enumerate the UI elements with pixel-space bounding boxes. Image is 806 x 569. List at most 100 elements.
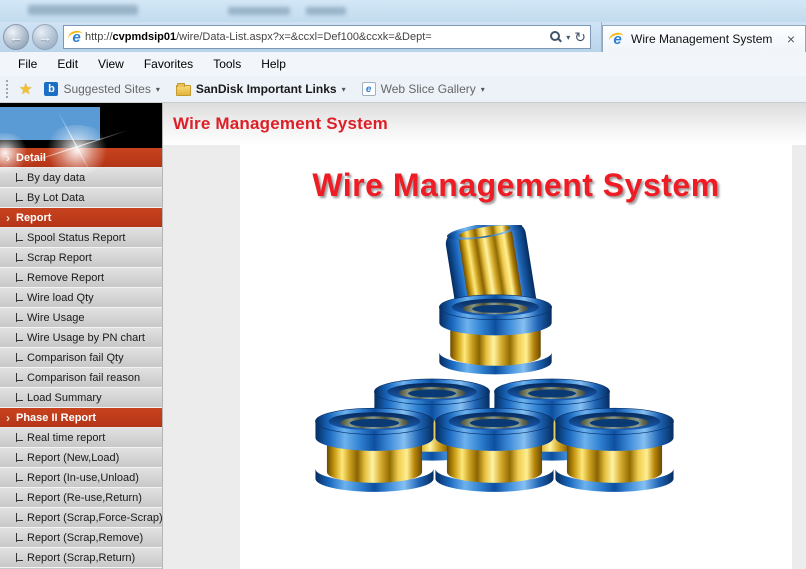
sidebar-item-label: Load Summary (27, 392, 102, 404)
sidebar-item-scrap-report[interactable]: Scrap Report (0, 248, 163, 268)
sidebar-header-label: Phase II Report (16, 412, 96, 424)
favorites-item-label: Suggested Sites (63, 82, 150, 96)
tab-wire-management-system[interactable]: e Wire Management System × (602, 25, 806, 52)
tree-branch-icon (16, 313, 23, 322)
sidebar-item-label: Report (Scrap,Return) (27, 552, 135, 564)
dropdown-caret-icon: ▾ (481, 85, 485, 94)
sidebar-item-label: Wire Usage by PN chart (27, 332, 145, 344)
sidebar-item-report-scrap-return[interactable]: Report (Scrap,Return) (0, 548, 163, 568)
sidebar-item-spool-status-report[interactable]: Spool Status Report (0, 228, 163, 248)
sidebar-item-real-time-report[interactable]: Real time report (0, 428, 163, 448)
chevron-right-icon: › (6, 411, 10, 425)
menu-view[interactable]: View (88, 52, 134, 76)
menu-edit[interactable]: Edit (47, 52, 88, 76)
favorites-item-suggested-sites[interactable]: bSuggested Sites▾ (36, 82, 167, 96)
tree-branch-icon (16, 193, 23, 202)
sidebar-item-wire-usage-by-pn-chart[interactable]: Wire Usage by PN chart (0, 328, 163, 348)
sidebar-item-label: Comparison fail reason (27, 372, 140, 384)
sidebar-header-report[interactable]: ›Report (0, 208, 163, 228)
tree-branch-icon (16, 393, 23, 402)
sidebar-item-label: Report (In-use,Unload) (27, 472, 139, 484)
background-window-title-text (306, 7, 346, 15)
tree-branch-icon (16, 493, 23, 502)
sidebar-item-label: Report (Scrap,Force-Scrap) (27, 512, 163, 524)
folder-icon (176, 85, 191, 96)
sidebar-item-comparison-fail-reason[interactable]: Comparison fail reason (0, 368, 163, 388)
sidebar-item-label: Real time report (27, 432, 105, 444)
sidebar-header-detail[interactable]: › Detail (0, 148, 163, 168)
favorites-bar: ★ bSuggested Sites▾SanDisk Important Lin… (0, 76, 806, 103)
sidebar-item-by-lot-data[interactable]: By Lot Data (0, 188, 163, 208)
background-window-title-text (228, 7, 290, 15)
sidebar-item-wire-usage[interactable]: Wire Usage (0, 308, 163, 328)
sidebar-header-phase-ii-report[interactable]: › Phase II Report (0, 408, 163, 428)
dropdown-caret-icon: ▾ (156, 85, 160, 94)
menu-tools[interactable]: Tools (203, 52, 251, 76)
refresh-icon[interactable]: ↻ (574, 30, 586, 44)
toolbar-grip-handle[interactable] (6, 80, 11, 98)
tree-branch-icon (16, 453, 23, 462)
sidebar-logo-blue-block (0, 107, 100, 140)
forward-button[interactable]: → (32, 24, 58, 50)
sidebar-item-label: Scrap Report (27, 252, 92, 264)
tree-branch-icon (16, 433, 23, 442)
hero-title: Wire Management System (240, 167, 792, 204)
sidebar-item-remove-report[interactable]: Remove Report (0, 268, 163, 288)
sidebar-item-label: Report (New,Load) (27, 452, 119, 464)
address-bar[interactable]: e http://cvpmdsip01/wire/Data-List.aspx?… (63, 25, 591, 49)
sidebar-item-report-scrap-remove[interactable]: Report (Scrap,Remove) (0, 528, 163, 548)
tree-branch-icon (16, 513, 23, 522)
chevron-right-icon: › (6, 211, 10, 225)
tree-branch-icon (16, 373, 23, 382)
sidebar-item-label: Remove Report (27, 272, 104, 284)
page-title-bar: Wire Management System (163, 103, 806, 145)
tab-close-icon[interactable]: × (783, 31, 799, 47)
sidebar: › Detail By day data By Lot Data›Report Spoo… (0, 103, 163, 569)
search-icon[interactable] (550, 31, 562, 43)
sidebar-item-label: Spool Status Report (27, 232, 125, 244)
sidebar-item-report-re-use-return[interactable]: Report (Re-use,Return) (0, 488, 163, 508)
favorites-star-icon[interactable]: ★ (19, 80, 32, 98)
tree-branch-icon (16, 253, 23, 262)
sidebar-header-label: Detail (16, 152, 46, 164)
menu-bar: FileEditViewFavoritesToolsHelp (0, 52, 806, 76)
tree-branch-icon (16, 473, 23, 482)
wire-spools-image (300, 225, 680, 525)
tree-branch-icon (16, 353, 23, 362)
sidebar-item-load-summary[interactable]: Load Summary (0, 388, 163, 408)
search-dropdown-caret-icon[interactable]: ▾ (566, 33, 570, 42)
sidebar-item-report-scrap-force-scrap[interactable]: Report (Scrap,Force-Scrap) (0, 508, 163, 528)
background-window-titlebar (0, 0, 806, 22)
tree-branch-icon (16, 553, 23, 562)
ie-page-icon: e (68, 30, 85, 45)
sidebar-item-label: By day data (27, 172, 85, 184)
tab-strip: e Wire Management System × (601, 22, 806, 52)
sidebar-item-report-new-load[interactable]: Report (New,Load) (0, 448, 163, 468)
favorites-item-sandisk-important-links[interactable]: SanDisk Important Links ▾ (168, 82, 354, 96)
sidebar-logo-band (0, 103, 163, 148)
sidebar-item-label: Comparison fail Qty (27, 352, 124, 364)
menu-file[interactable]: File (8, 52, 47, 76)
menu-help[interactable]: Help (251, 52, 296, 76)
back-button[interactable]: ← (3, 24, 29, 50)
sidebar-item-report-in-use-unload[interactable]: Report (In-use,Unload) (0, 468, 163, 488)
tree-branch-icon (16, 333, 23, 342)
ie-tab-icon: e (609, 32, 626, 47)
background-toolbar-icons (28, 5, 138, 15)
sidebar-item-wire-load-qty[interactable]: Wire load Qty (0, 288, 163, 308)
tree-branch-icon (16, 173, 23, 182)
sidebar-item-label: Wire Usage (27, 312, 84, 324)
main-body: Wire Management System (163, 145, 806, 569)
favorites-item-label: SanDisk Important Links (196, 82, 337, 96)
menu-favorites[interactable]: Favorites (134, 52, 203, 76)
tree-branch-icon (16, 293, 23, 302)
sidebar-item-label: Wire load Qty (27, 292, 94, 304)
dropdown-caret-icon: ▾ (342, 85, 346, 94)
sidebar-item-by-day-data[interactable]: By day data (0, 168, 163, 188)
chevron-right-icon: › (6, 151, 10, 165)
main-area: Wire Management System Wire Management S… (163, 103, 806, 569)
favorites-item-web-slice-gallery[interactable]: eWeb Slice Gallery▾ (354, 82, 493, 96)
sidebar-item-comparison-fail-qty[interactable]: Comparison fail Qty (0, 348, 163, 368)
tree-branch-icon (16, 233, 23, 242)
url-text[interactable]: http://cvpmdsip01/wire/Data-List.aspx?x=… (85, 31, 546, 43)
